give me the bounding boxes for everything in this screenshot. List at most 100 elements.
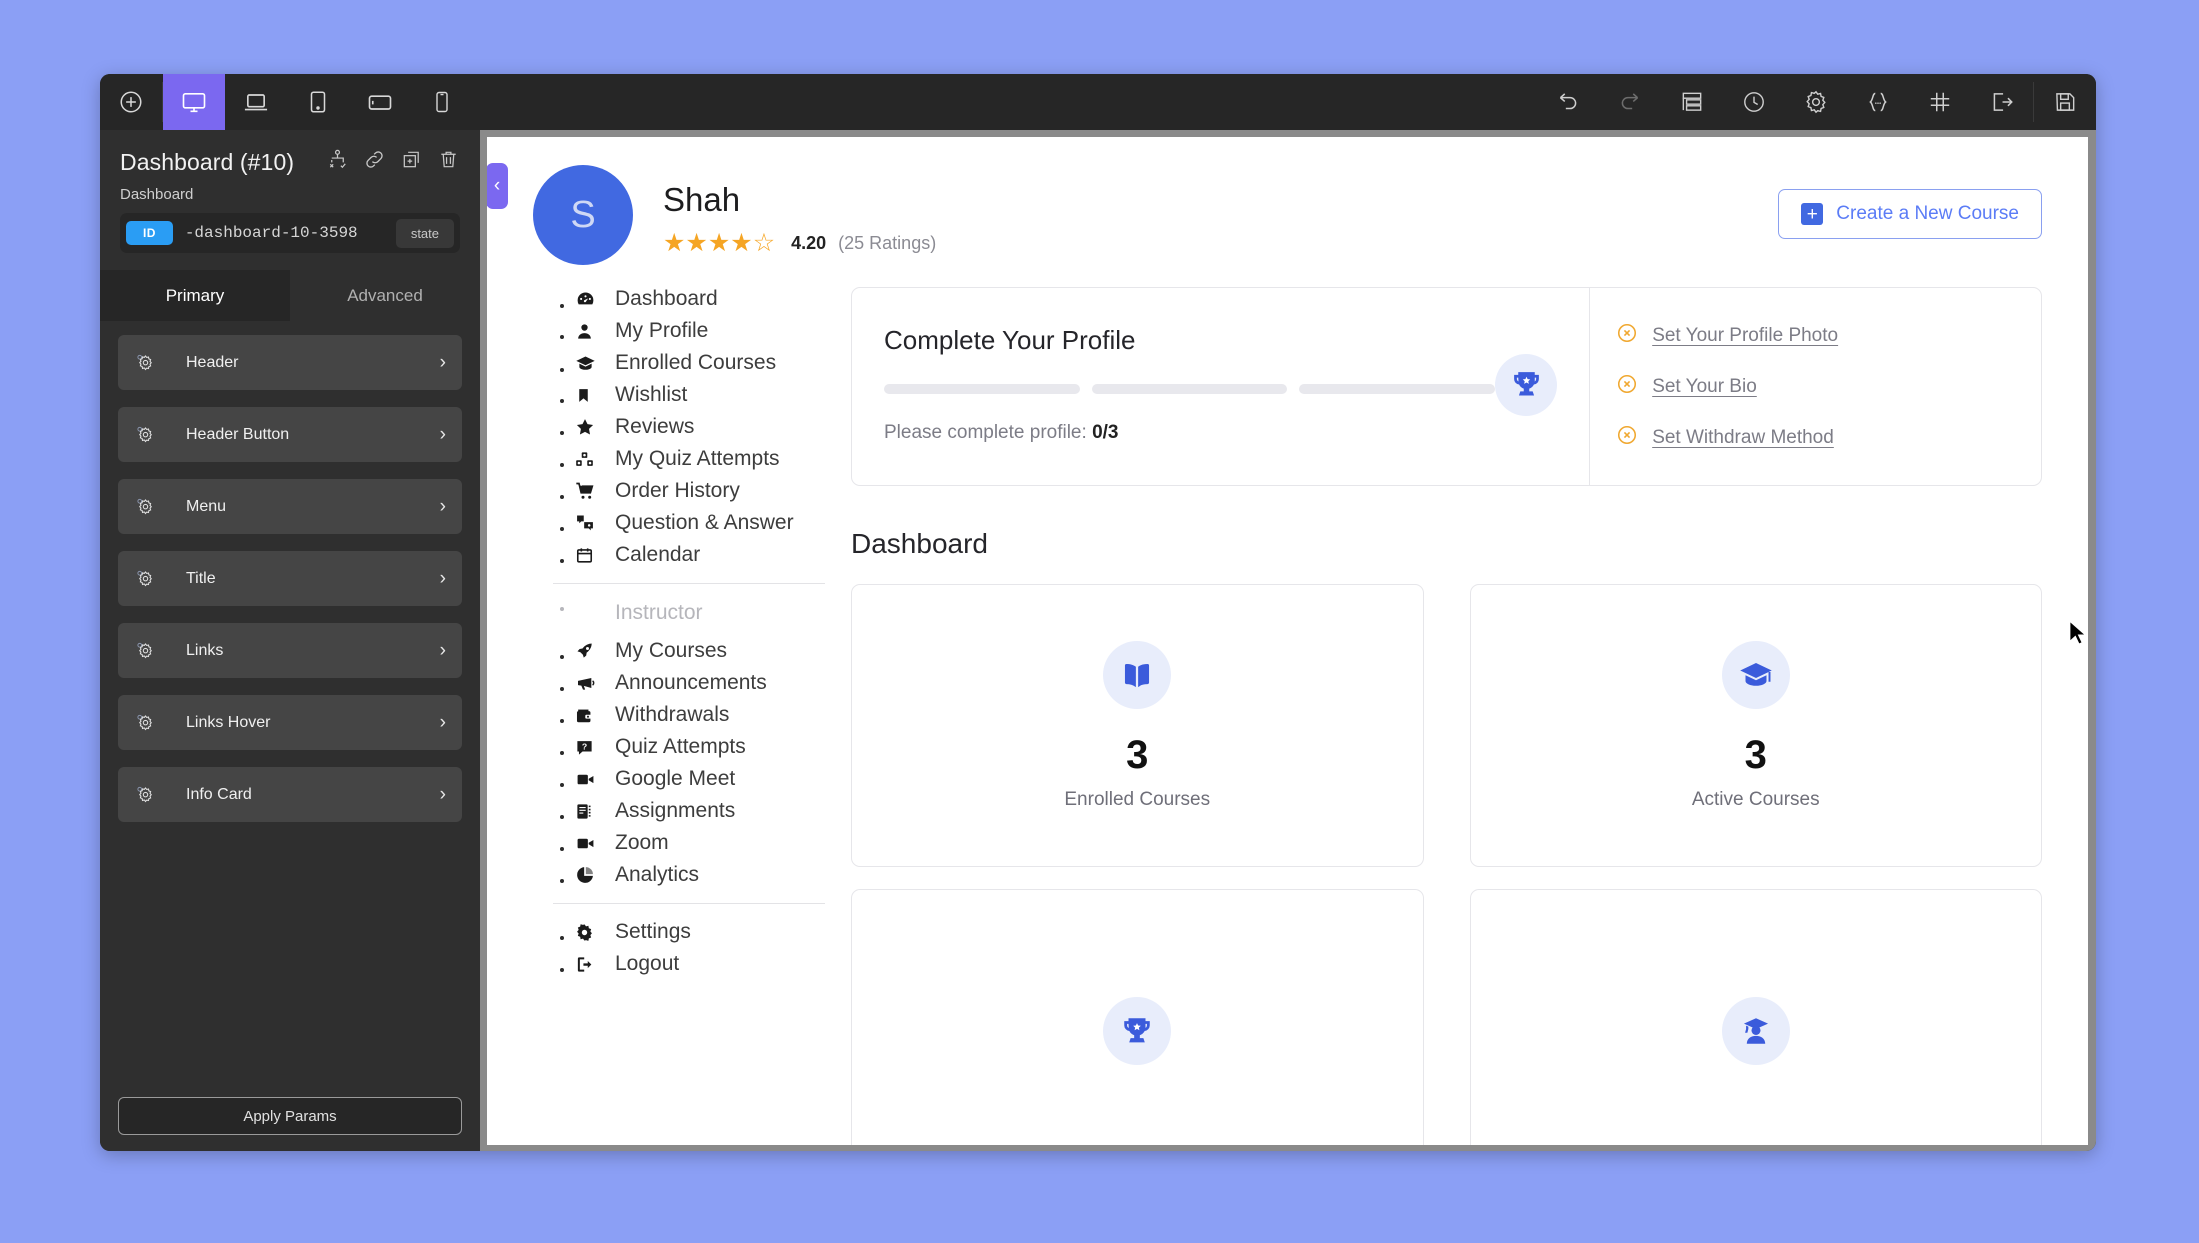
progress-segment: [884, 384, 1080, 394]
accordion-item-menu[interactable]: Menu ›: [118, 479, 462, 534]
complete-profile-todos: Set Your Profile Photo Set Your Bio Set …: [1589, 288, 2041, 485]
duplicate-icon[interactable]: [400, 148, 423, 176]
nav-item-analytics[interactable]: Analytics: [575, 863, 833, 887]
avatar: S: [533, 165, 633, 265]
chevron-right-icon: ›: [439, 784, 446, 805]
settings-gear-icon: [134, 495, 168, 518]
layers-icon[interactable]: [1661, 74, 1723, 130]
settings-gear-icon: [134, 711, 168, 734]
stat-card[interactable]: [1469, 889, 2042, 1145]
accordion-item-label: Title: [186, 569, 216, 587]
accordion-item-links[interactable]: Links ›: [118, 623, 462, 678]
nav-item-dashboard[interactable]: Dashboard: [575, 287, 833, 311]
redo-icon[interactable]: [1599, 74, 1661, 130]
grid-icon[interactable]: [1909, 74, 1971, 130]
accordion-item-label: Header: [186, 353, 239, 371]
nav-list-item: Assignments: [575, 799, 833, 823]
settings-gear-icon[interactable]: [1785, 74, 1847, 130]
video-camera-icon: [575, 770, 609, 789]
state-badge[interactable]: state: [395, 218, 454, 248]
tablet-landscape-icon[interactable]: [349, 74, 411, 130]
nav-item-wishlist[interactable]: Wishlist: [575, 383, 833, 407]
nav-item-enrolled-courses[interactable]: Enrolled Courses: [575, 351, 833, 375]
nav-item-reviews[interactable]: Reviews: [575, 415, 833, 439]
undo-icon[interactable]: [1537, 74, 1599, 130]
tab-advanced[interactable]: Advanced: [290, 270, 480, 321]
page-body: Dashboard My Profile Enrolled Courses Wishl…: [533, 287, 2042, 1145]
todo-label: Set Your Profile Photo: [1652, 324, 1839, 346]
stat-label: Active Courses: [1691, 788, 1820, 810]
device-toolbar-group: [100, 74, 473, 130]
desktop-icon[interactable]: [163, 74, 225, 130]
stat-card[interactable]: 3 Enrolled Courses: [851, 584, 1424, 867]
id-value[interactable]: -dashboard-10-3598: [185, 224, 396, 242]
rating-value: 4.20: [791, 233, 827, 253]
circle-x-icon: [1616, 322, 1638, 349]
page-title: Dashboard (#10): [120, 148, 295, 175]
nav-item-announcements[interactable]: Announcements: [575, 671, 833, 695]
cart-icon: [575, 481, 609, 501]
code-braces-icon[interactable]: [1847, 74, 1909, 130]
progress-segment: [1299, 384, 1496, 394]
nav-item-my-quiz-attempts[interactable]: My Quiz Attempts: [575, 447, 833, 471]
nav-item-my-courses[interactable]: My Courses: [575, 639, 833, 663]
nav-item-assignments[interactable]: Assignments: [575, 799, 833, 823]
export-icon[interactable]: [1971, 74, 2033, 130]
nav-item-zoom[interactable]: Zoom: [575, 831, 833, 855]
nav-item-quiz-attempts[interactable]: ? Quiz Attempts: [575, 735, 833, 759]
add-icon[interactable]: [100, 74, 162, 130]
tablet-icon[interactable]: [287, 74, 349, 130]
nav-footer-list: Settings Logout: [553, 920, 833, 976]
nav-item-withdrawals[interactable]: Withdrawals: [575, 703, 833, 727]
todo-set-your-profile-photo[interactable]: Set Your Profile Photo: [1616, 322, 2015, 349]
star-filled-icon: ★: [685, 229, 708, 257]
nav-item-google-meet[interactable]: Google Meet: [575, 767, 833, 791]
accordion-item-header-button[interactable]: Header Button ›: [118, 407, 462, 462]
nav-item-label: Reviews: [615, 415, 695, 438]
accordion-item-header[interactable]: Header ›: [118, 335, 462, 390]
nav-item-label: Order History: [615, 479, 740, 502]
tab-primary[interactable]: Primary: [100, 270, 290, 321]
trash-icon[interactable]: [437, 148, 460, 176]
profile-meta: Shah ★★★★☆ 4.20 (25 Ratings): [663, 165, 1778, 256]
accordion-item-label: Info Card: [186, 785, 252, 803]
structure-icon[interactable]: [326, 148, 349, 176]
element-id-field[interactable]: ID -dashboard-10-3598 state: [120, 213, 460, 253]
todo-set-withdraw-method[interactable]: Set Withdraw Method: [1616, 424, 2015, 451]
nav-item-label: Analytics: [615, 863, 700, 886]
nav-section-instructor: Instructor: [575, 600, 833, 625]
rocket-icon: [575, 641, 609, 661]
save-icon[interactable]: [2034, 74, 2096, 130]
rating-row: ★★★★☆ 4.20 (25 Ratings): [663, 231, 1778, 256]
preview-canvas: ‹ S Shah ★★★★☆ 4.20 (25 Ratings) + Creat…: [487, 137, 2088, 1145]
history-icon[interactable]: [1723, 74, 1785, 130]
nav-item-logout[interactable]: Logout: [575, 952, 833, 976]
stat-card[interactable]: [851, 889, 1424, 1145]
complete-profile-text: Complete Your Profile Please complete pr…: [884, 325, 1496, 444]
nav-list-item: My Courses: [575, 639, 833, 663]
todo-set-your-bio[interactable]: Set Your Bio: [1616, 373, 2015, 400]
panel-subtitle: Dashboard: [120, 186, 194, 203]
todo-label: Set Your Bio: [1652, 375, 1757, 397]
accordion-item-links-hover[interactable]: Links Hover ›: [118, 695, 462, 750]
accordion-item-title[interactable]: Title ›: [118, 551, 462, 606]
nav-item-question-answer[interactable]: Question & Answer: [575, 511, 833, 535]
mobile-icon[interactable]: [411, 74, 473, 130]
accordion-item-info-card[interactable]: Info Card ›: [118, 767, 462, 822]
laptop-icon[interactable]: [225, 74, 287, 130]
nav-list-item: Analytics: [575, 863, 833, 887]
apply-params-button[interactable]: Apply Params: [118, 1097, 462, 1135]
link-icon[interactable]: [363, 148, 386, 176]
nav-item-calendar[interactable]: Calendar: [575, 543, 833, 567]
collapse-panel-toggle[interactable]: ‹: [487, 163, 508, 209]
nav-item-settings[interactable]: Settings: [575, 920, 833, 944]
nav-instructor-list: Instructor My Courses Announcements Withdr…: [553, 600, 833, 887]
create-new-course-button[interactable]: + Create a New Course: [1778, 189, 2042, 239]
pie-chart-icon: [575, 865, 609, 885]
nav-item-order-history[interactable]: Order History: [575, 479, 833, 503]
stat-card[interactable]: 3 Active Courses: [1469, 584, 2042, 867]
nav-item-my-profile[interactable]: My Profile: [575, 319, 833, 343]
nav-section-row: Instructor: [575, 601, 833, 625]
plus-icon: +: [1801, 203, 1824, 225]
